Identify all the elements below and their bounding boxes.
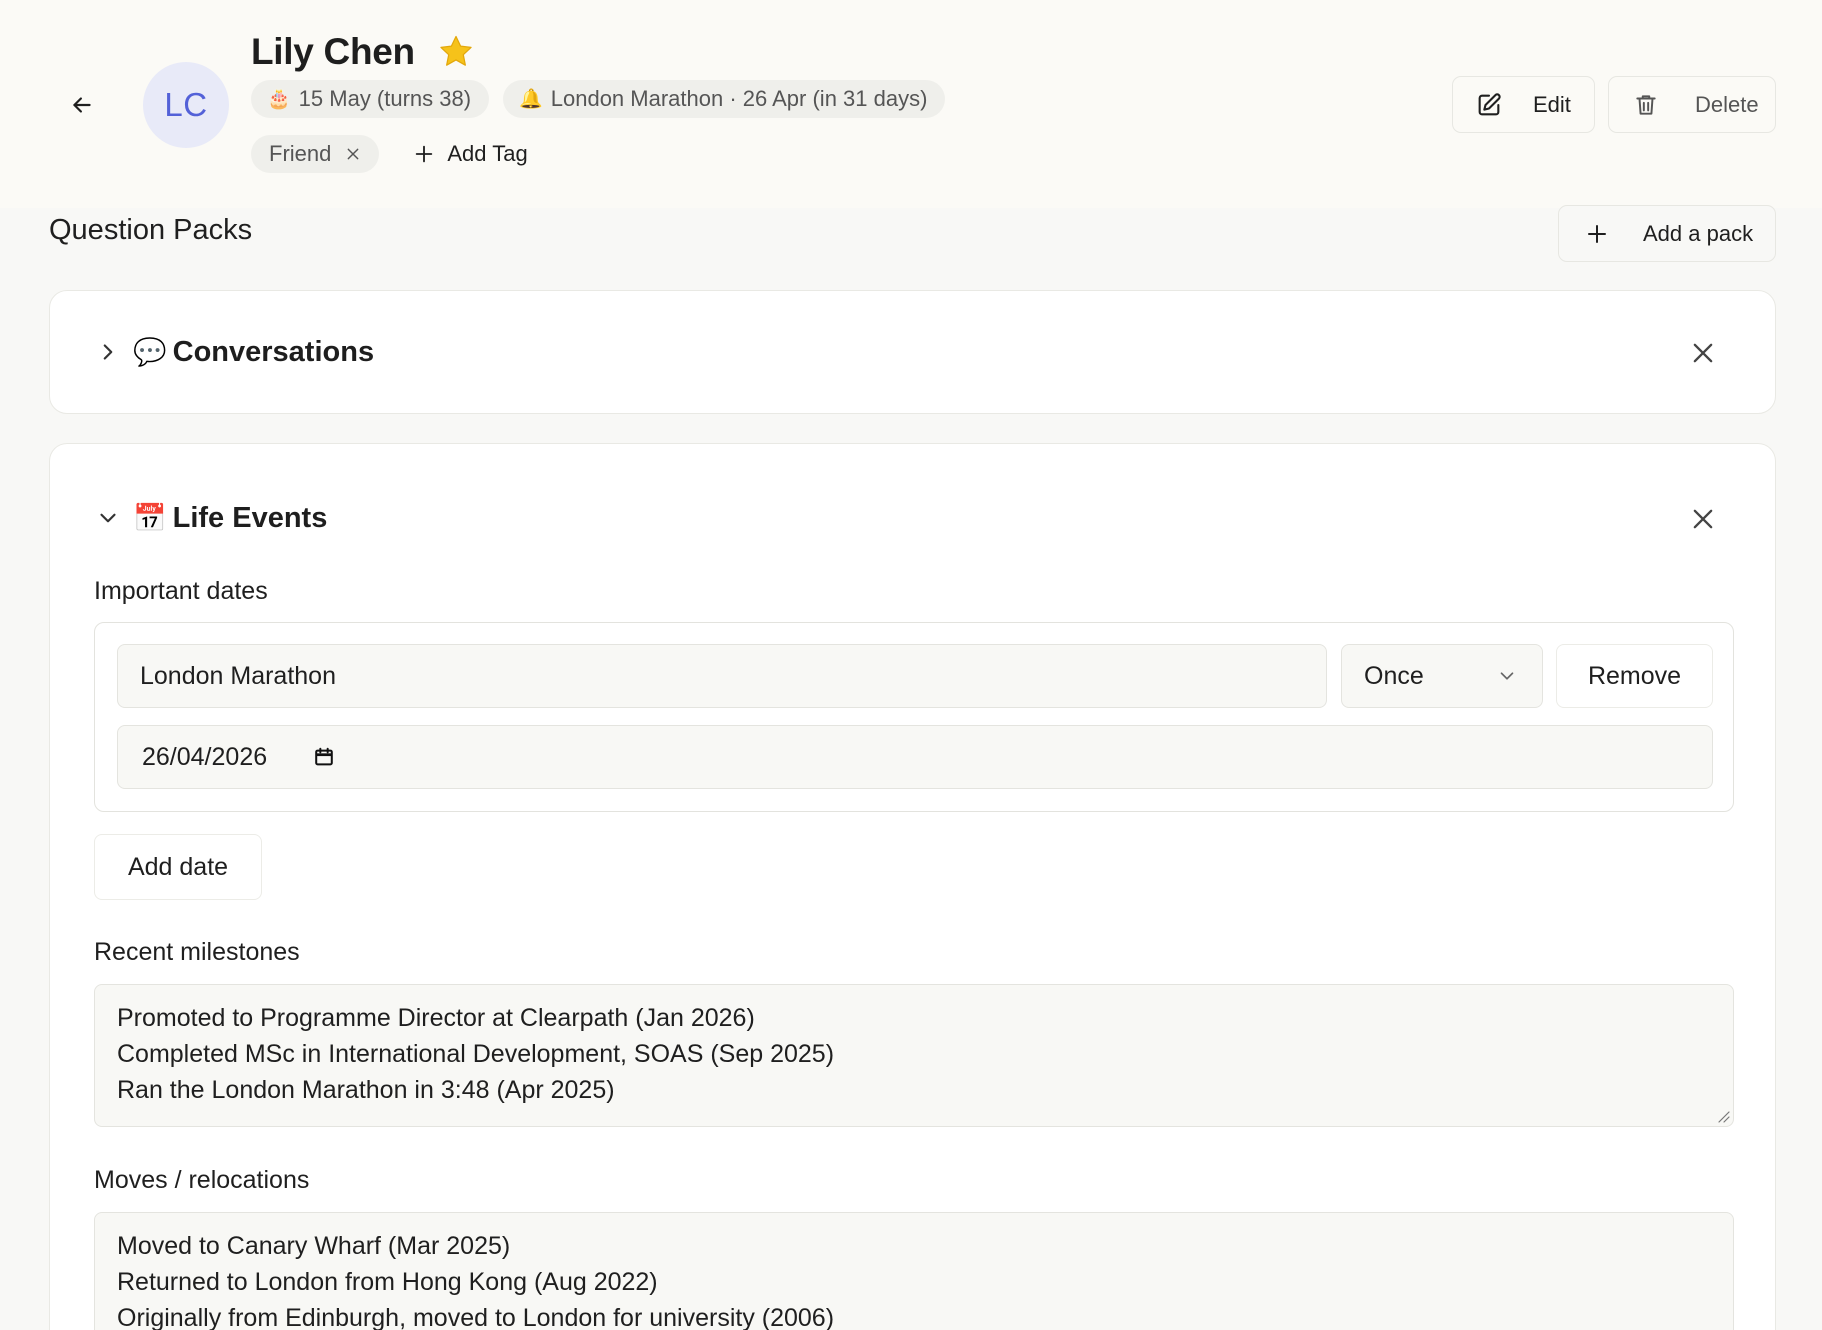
add-tag-button[interactable]: Add Tag bbox=[413, 141, 528, 167]
calendar-icon: 📅 bbox=[133, 503, 167, 533]
remove-tag-icon[interactable] bbox=[345, 146, 361, 162]
contact-detail-page: LC Lily Chen 🎂 15 May (turns 38) 🔔 Londo… bbox=[0, 0, 1822, 1330]
birthday-text: 15 May (turns 38) bbox=[298, 86, 472, 111]
important-dates-label: Important dates bbox=[94, 577, 268, 605]
tags-row: Friend Add Tag bbox=[251, 135, 528, 173]
pack-card-conversations: 💬 Conversations bbox=[49, 290, 1776, 414]
arrow-left-icon bbox=[73, 97, 91, 113]
remove-date-button[interactable]: Remove bbox=[1556, 644, 1713, 708]
plus-icon bbox=[416, 145, 433, 163]
milestone-line: Completed MSc in International Developme… bbox=[117, 1040, 835, 1068]
avatar: LC bbox=[143, 62, 229, 148]
reminder-chip: 🔔 London Marathon · 26 Apr (in 31 days) bbox=[503, 80, 946, 118]
moves-relocations-label: Moves / relocations bbox=[94, 1166, 310, 1194]
repeat-value: Once bbox=[1364, 661, 1424, 690]
date-name-value: London Marathon bbox=[140, 661, 336, 690]
milestone-line: Promoted to Programme Director at Clearp… bbox=[117, 1004, 755, 1032]
chevron-down-icon bbox=[1500, 672, 1514, 680]
bell-icon: 🔔 bbox=[519, 89, 543, 110]
speech-bubble-icon: 💬 bbox=[133, 337, 167, 367]
resize-handle-icon[interactable] bbox=[1715, 1108, 1731, 1124]
edit-icon bbox=[1478, 92, 1501, 115]
tag-label: Friend bbox=[269, 141, 332, 166]
recent-milestones-label: Recent milestones bbox=[94, 938, 300, 966]
moves-textarea[interactable]: Moved to Canary Wharf (Mar 2025) Returne… bbox=[94, 1212, 1734, 1330]
pack-header[interactable]: 📅 Life Events bbox=[95, 498, 327, 538]
star-icon[interactable] bbox=[437, 33, 475, 71]
date-value: 26/04/2026 bbox=[142, 742, 268, 771]
close-icon[interactable] bbox=[1689, 505, 1717, 533]
move-line: Returned to London from Hong Kong (Aug 2… bbox=[117, 1268, 658, 1296]
chevron-down-icon[interactable] bbox=[95, 505, 121, 531]
add-date-button[interactable]: Add date bbox=[94, 834, 262, 900]
contact-name: Lily Chen bbox=[251, 31, 415, 72]
add-pack-label: Add a pack bbox=[1643, 220, 1754, 246]
repeat-select[interactable]: Once bbox=[1341, 644, 1543, 708]
chevron-right-icon[interactable] bbox=[95, 339, 121, 365]
delete-label: Delete bbox=[1695, 91, 1759, 117]
name-row: Lily Chen bbox=[251, 28, 475, 76]
tag-friend: Friend bbox=[251, 135, 380, 173]
pack-title: Life Events bbox=[172, 501, 328, 534]
pack-title: Conversations bbox=[172, 335, 375, 368]
move-line: Moved to Canary Wharf (Mar 2025) bbox=[117, 1232, 511, 1260]
edit-label: Edit bbox=[1533, 91, 1571, 117]
plus-icon bbox=[1588, 224, 1606, 243]
birthday-cake-icon: 🎂 bbox=[267, 89, 291, 110]
section-title: Question Packs bbox=[49, 214, 253, 246]
info-chips: 🎂 15 May (turns 38) 🔔 London Marathon · … bbox=[251, 80, 946, 118]
close-icon[interactable] bbox=[1689, 339, 1717, 367]
calendar-picker-icon[interactable] bbox=[313, 746, 335, 768]
date-input[interactable]: 26/04/2026 bbox=[117, 725, 1713, 789]
add-pack-button[interactable]: Add a pack bbox=[1558, 205, 1776, 262]
milestones-textarea[interactable]: Promoted to Programme Director at Clearp… bbox=[94, 984, 1734, 1127]
edit-button[interactable]: Edit bbox=[1452, 76, 1595, 133]
pack-card-life-events: 📅 Life Events Important dates London Mar… bbox=[49, 443, 1776, 1330]
move-line: Originally from Edinburgh, moved to Lond… bbox=[117, 1304, 835, 1330]
birthday-chip: 🎂 15 May (turns 38) bbox=[251, 80, 490, 118]
back-button[interactable] bbox=[62, 85, 102, 125]
pack-header[interactable]: 💬 Conversations bbox=[95, 332, 374, 372]
important-date-entry: London Marathon Once Remove 26/04/2026 bbox=[94, 622, 1734, 812]
contact-header: LC Lily Chen 🎂 15 May (turns 38) 🔔 Londo… bbox=[0, 0, 1822, 208]
date-name-input[interactable]: London Marathon bbox=[117, 644, 1327, 708]
add-tag-label: Add Tag bbox=[447, 141, 528, 166]
milestone-line: Ran the London Marathon in 3:48 (Apr 202… bbox=[117, 1076, 615, 1104]
trash-icon bbox=[1636, 94, 1656, 115]
reminder-text: London Marathon · 26 Apr (in 31 days) bbox=[550, 86, 928, 111]
delete-button[interactable]: Delete bbox=[1608, 76, 1776, 133]
